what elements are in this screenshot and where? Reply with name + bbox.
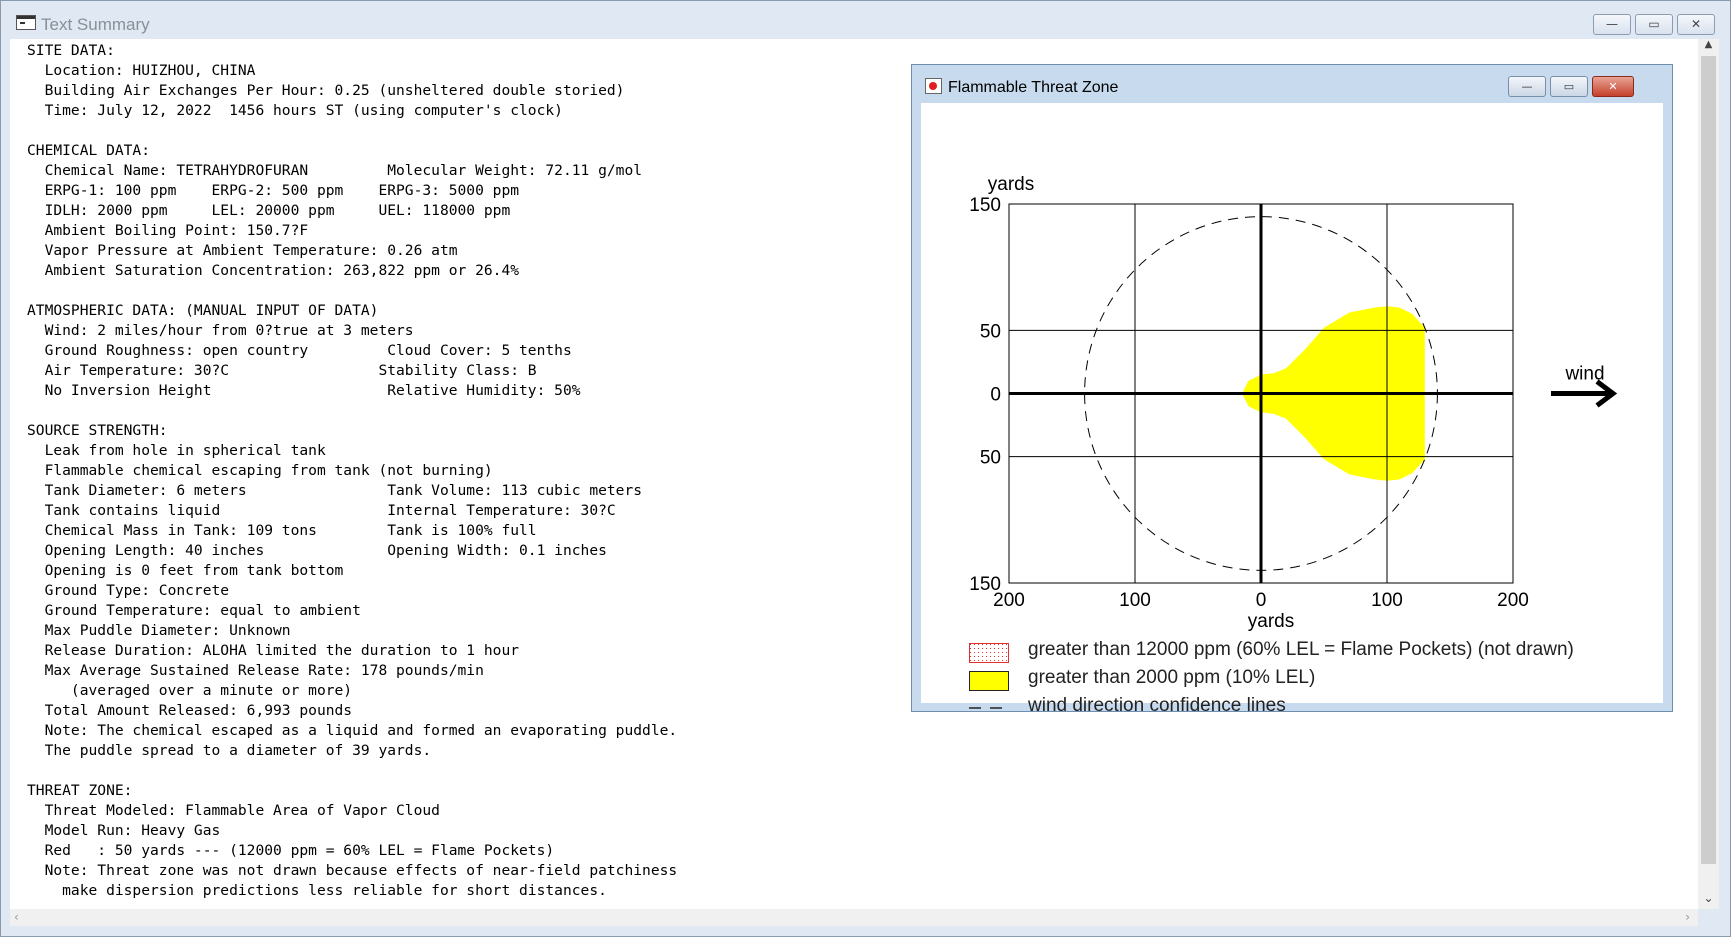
legend-yellow-swatch xyxy=(969,671,1009,691)
threat-restore-button[interactable]: ▭ xyxy=(1550,76,1588,97)
window-title: Text Summary xyxy=(41,15,150,34)
scroll-left-arrow-icon[interactable]: ‹ xyxy=(14,909,19,926)
threat-window-icon xyxy=(925,78,942,94)
legend-red-label: greater than 12000 ppm (60% LEL = Flame … xyxy=(1028,639,1574,660)
title-bar[interactable]: Text Summary — ▭ ✕ xyxy=(1,1,1730,39)
threat-close-button[interactable]: ✕ xyxy=(1592,76,1634,97)
text-summary-window: Text Summary — ▭ ✕ SITE DATA: Location: … xyxy=(0,0,1731,937)
close-button[interactable]: ✕ xyxy=(1677,14,1715,35)
threat-window-title-bar[interactable]: Flammable Threat Zone — ▭ ✕ xyxy=(912,65,1672,103)
summary-text: SITE DATA: Location: HUIZHOU, CHINA Buil… xyxy=(27,42,678,899)
legend-red-swatch xyxy=(969,643,1009,663)
flammable-threat-zone-window: Flammable Threat Zone — ▭ ✕ 150 50 0 50 150 2… xyxy=(911,64,1673,716)
app-window-icon xyxy=(16,15,36,30)
threat-zone-plot-area: 150 50 0 50 150 200 100 0 100 200 yards yards wind g xyxy=(921,103,1663,716)
vertical-scrollbar[interactable]: ▲ ⌄ xyxy=(1698,39,1719,909)
horizontal-scrollbar[interactable]: ‹ › xyxy=(10,909,1698,926)
legend-yellow-label: greater than 2000 ppm (10% LEL) xyxy=(1028,667,1316,688)
scroll-down-arrow-icon[interactable]: ⌄ xyxy=(1698,887,1719,909)
threat-window-title: Flammable Threat Zone xyxy=(948,79,1119,96)
vertical-scroll-thumb[interactable] xyxy=(1701,56,1716,864)
scroll-up-arrow-icon[interactable]: ▲ xyxy=(1698,39,1719,55)
legend-dashed-swatch xyxy=(969,707,1011,709)
minimize-button[interactable]: — xyxy=(1593,14,1631,35)
legend-confidence-label: wind direction confidence lines xyxy=(1028,695,1286,716)
legend: greater than 12000 ppm (60% LEL = Flame … xyxy=(921,103,1663,716)
threat-minimize-button[interactable]: — xyxy=(1508,76,1546,97)
scroll-right-arrow-icon[interactable]: › xyxy=(1685,909,1690,926)
restore-button[interactable]: ▭ xyxy=(1635,14,1673,35)
